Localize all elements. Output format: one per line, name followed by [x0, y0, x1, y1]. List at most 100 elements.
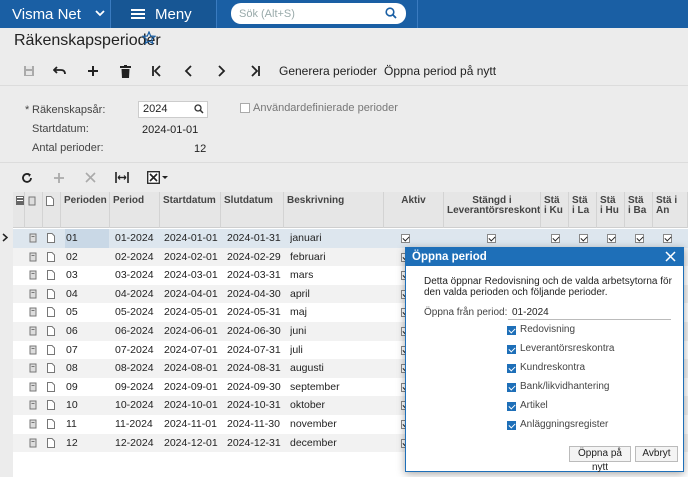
note-icon[interactable] — [47, 344, 55, 358]
description-cell[interactable]: november — [290, 415, 384, 434]
checkbox-cash-management[interactable] — [507, 383, 516, 392]
cancel-button[interactable]: Avbryt — [635, 446, 678, 462]
column-header-description[interactable]: Beskrivning — [284, 192, 384, 228]
closed-module-checkbox[interactable] — [607, 234, 616, 243]
attachment-icon[interactable] — [29, 233, 37, 246]
column-header-closed-bank[interactable]: Stä i Ba — [625, 192, 653, 228]
closed-ap-checkbox[interactable] — [487, 234, 496, 243]
period-cell[interactable]: 10-2024 — [115, 396, 160, 415]
period-nr-cell[interactable]: 04 — [65, 285, 109, 304]
reopen-from-field[interactable]: 01-2024 — [508, 306, 671, 320]
column-header-closed-ap[interactable]: Stängd i Leverantörsreskontra — [444, 192, 541, 228]
favorite-star-icon[interactable] — [141, 30, 157, 48]
period-nr-cell[interactable]: 02 — [65, 248, 109, 267]
description-cell[interactable]: april — [290, 285, 384, 304]
period-nr-cell[interactable]: 03 — [65, 266, 109, 285]
end-date-cell[interactable]: 2024-05-31 — [227, 303, 284, 322]
end-date-cell[interactable]: 2024-02-29 — [227, 248, 284, 267]
start-date-cell[interactable]: 2024-06-01 — [164, 322, 221, 341]
description-cell[interactable]: februari — [290, 248, 384, 267]
attachment-icon[interactable] — [29, 289, 37, 302]
description-cell[interactable]: juni — [290, 322, 384, 341]
description-cell[interactable]: september — [290, 378, 384, 397]
reopen-confirm-button[interactable]: Öppna på nytt — [569, 446, 631, 473]
period-cell[interactable]: 05-2024 — [115, 303, 160, 322]
description-cell[interactable]: augusti — [290, 359, 384, 378]
period-nr-cell[interactable]: 12 — [65, 434, 109, 453]
start-date-cell[interactable]: 2024-11-01 — [164, 415, 221, 434]
period-cell[interactable]: 11-2024 — [115, 415, 160, 434]
description-cell[interactable]: januari — [290, 229, 384, 248]
end-date-cell[interactable]: 2024-01-31 — [227, 229, 284, 248]
column-header-start-date[interactable]: Startdatum — [160, 192, 221, 228]
grid-settings-icon[interactable] — [13, 192, 25, 228]
period-cell[interactable]: 06-2024 — [115, 322, 160, 341]
note-icon[interactable] — [47, 400, 55, 413]
fit-columns-icon[interactable] — [115, 172, 129, 186]
end-date-cell[interactable]: 2024-12-31 — [227, 434, 284, 453]
last-record-icon[interactable] — [246, 62, 264, 80]
column-header-closed-ca[interactable]: Stä i Hu — [597, 192, 625, 228]
delete-row-icon[interactable] — [85, 172, 96, 186]
end-date-cell[interactable]: 2024-10-31 — [227, 396, 284, 415]
export-excel-icon[interactable] — [147, 171, 169, 187]
start-date-cell[interactable]: 2024-01-01 — [164, 229, 221, 248]
undo-icon[interactable] — [51, 62, 69, 80]
period-cell[interactable]: 08-2024 — [115, 359, 160, 378]
fiscal-year-field[interactable]: 2024 — [138, 101, 208, 118]
closed-module-checkbox[interactable] — [663, 234, 672, 243]
add-icon[interactable] — [84, 62, 102, 80]
note-icon[interactable] — [47, 326, 55, 339]
attachment-icon[interactable] — [29, 382, 37, 395]
checkbox-accounts-payable[interactable] — [507, 345, 516, 354]
lookup-search-icon[interactable] — [194, 104, 204, 119]
end-date-cell[interactable]: 2024-03-31 — [227, 266, 284, 285]
attachment-icon[interactable] — [29, 363, 37, 376]
period-cell[interactable]: 02-2024 — [115, 248, 160, 267]
search-icon[interactable] — [385, 7, 397, 22]
note-icon[interactable] — [47, 307, 55, 320]
note-icon[interactable] — [47, 437, 55, 451]
description-cell[interactable]: december — [290, 434, 384, 453]
checkbox-fixed-assets[interactable] — [507, 421, 516, 430]
start-date-cell[interactable]: 2024-02-01 — [164, 248, 221, 267]
start-date-cell[interactable]: 2024-08-01 — [164, 359, 221, 378]
previous-record-icon[interactable] — [180, 62, 198, 80]
period-nr-cell[interactable]: 07 — [65, 341, 109, 360]
attachment-icon[interactable] — [29, 252, 37, 265]
closed-module-checkbox[interactable] — [579, 234, 588, 243]
description-cell[interactable]: maj — [290, 303, 384, 322]
search-input[interactable] — [231, 3, 371, 24]
attachment-icon[interactable] — [29, 400, 37, 413]
end-date-cell[interactable]: 2024-04-30 — [227, 285, 284, 304]
checkbox-accounts-receivable[interactable] — [507, 364, 516, 373]
end-date-cell[interactable]: 2024-07-31 — [227, 341, 284, 360]
closed-module-checkbox[interactable] — [635, 234, 644, 243]
period-nr-cell[interactable]: 01 — [65, 229, 109, 248]
start-date-cell[interactable]: 2024-10-01 — [164, 396, 221, 415]
attachment-icon[interactable] — [29, 307, 37, 320]
attachment-icon[interactable] — [29, 419, 37, 432]
first-record-icon[interactable] — [148, 62, 166, 80]
column-header-closed-ar[interactable]: Stä i Ku — [541, 192, 569, 228]
column-header-period[interactable]: Period — [110, 192, 160, 228]
description-cell[interactable]: mars — [290, 266, 384, 285]
attachment-icon[interactable] — [29, 270, 37, 283]
column-header-closed-inv[interactable]: Stä i La — [569, 192, 597, 228]
attachment-icon[interactable] — [29, 326, 37, 339]
period-cell[interactable]: 12-2024 — [115, 434, 160, 453]
main-menu-button[interactable]: Meny — [110, 0, 217, 28]
end-date-cell[interactable]: 2024-08-31 — [227, 359, 284, 378]
delete-icon[interactable] — [116, 62, 134, 80]
note-icon[interactable] — [47, 251, 55, 265]
end-date-cell[interactable]: 2024-11-30 — [227, 415, 284, 434]
generate-periods-button[interactable]: Generera perioder — [279, 64, 377, 78]
checkbox-general-ledger[interactable] — [507, 326, 516, 335]
refresh-icon[interactable] — [21, 172, 33, 187]
period-nr-cell[interactable]: 06 — [65, 322, 109, 341]
note-icon[interactable] — [47, 419, 55, 432]
column-header-active[interactable]: Aktiv — [384, 192, 444, 228]
period-nr-cell[interactable]: 05 — [65, 303, 109, 322]
checkbox-inventory[interactable] — [507, 402, 516, 411]
period-nr-cell[interactable]: 09 — [65, 378, 109, 397]
